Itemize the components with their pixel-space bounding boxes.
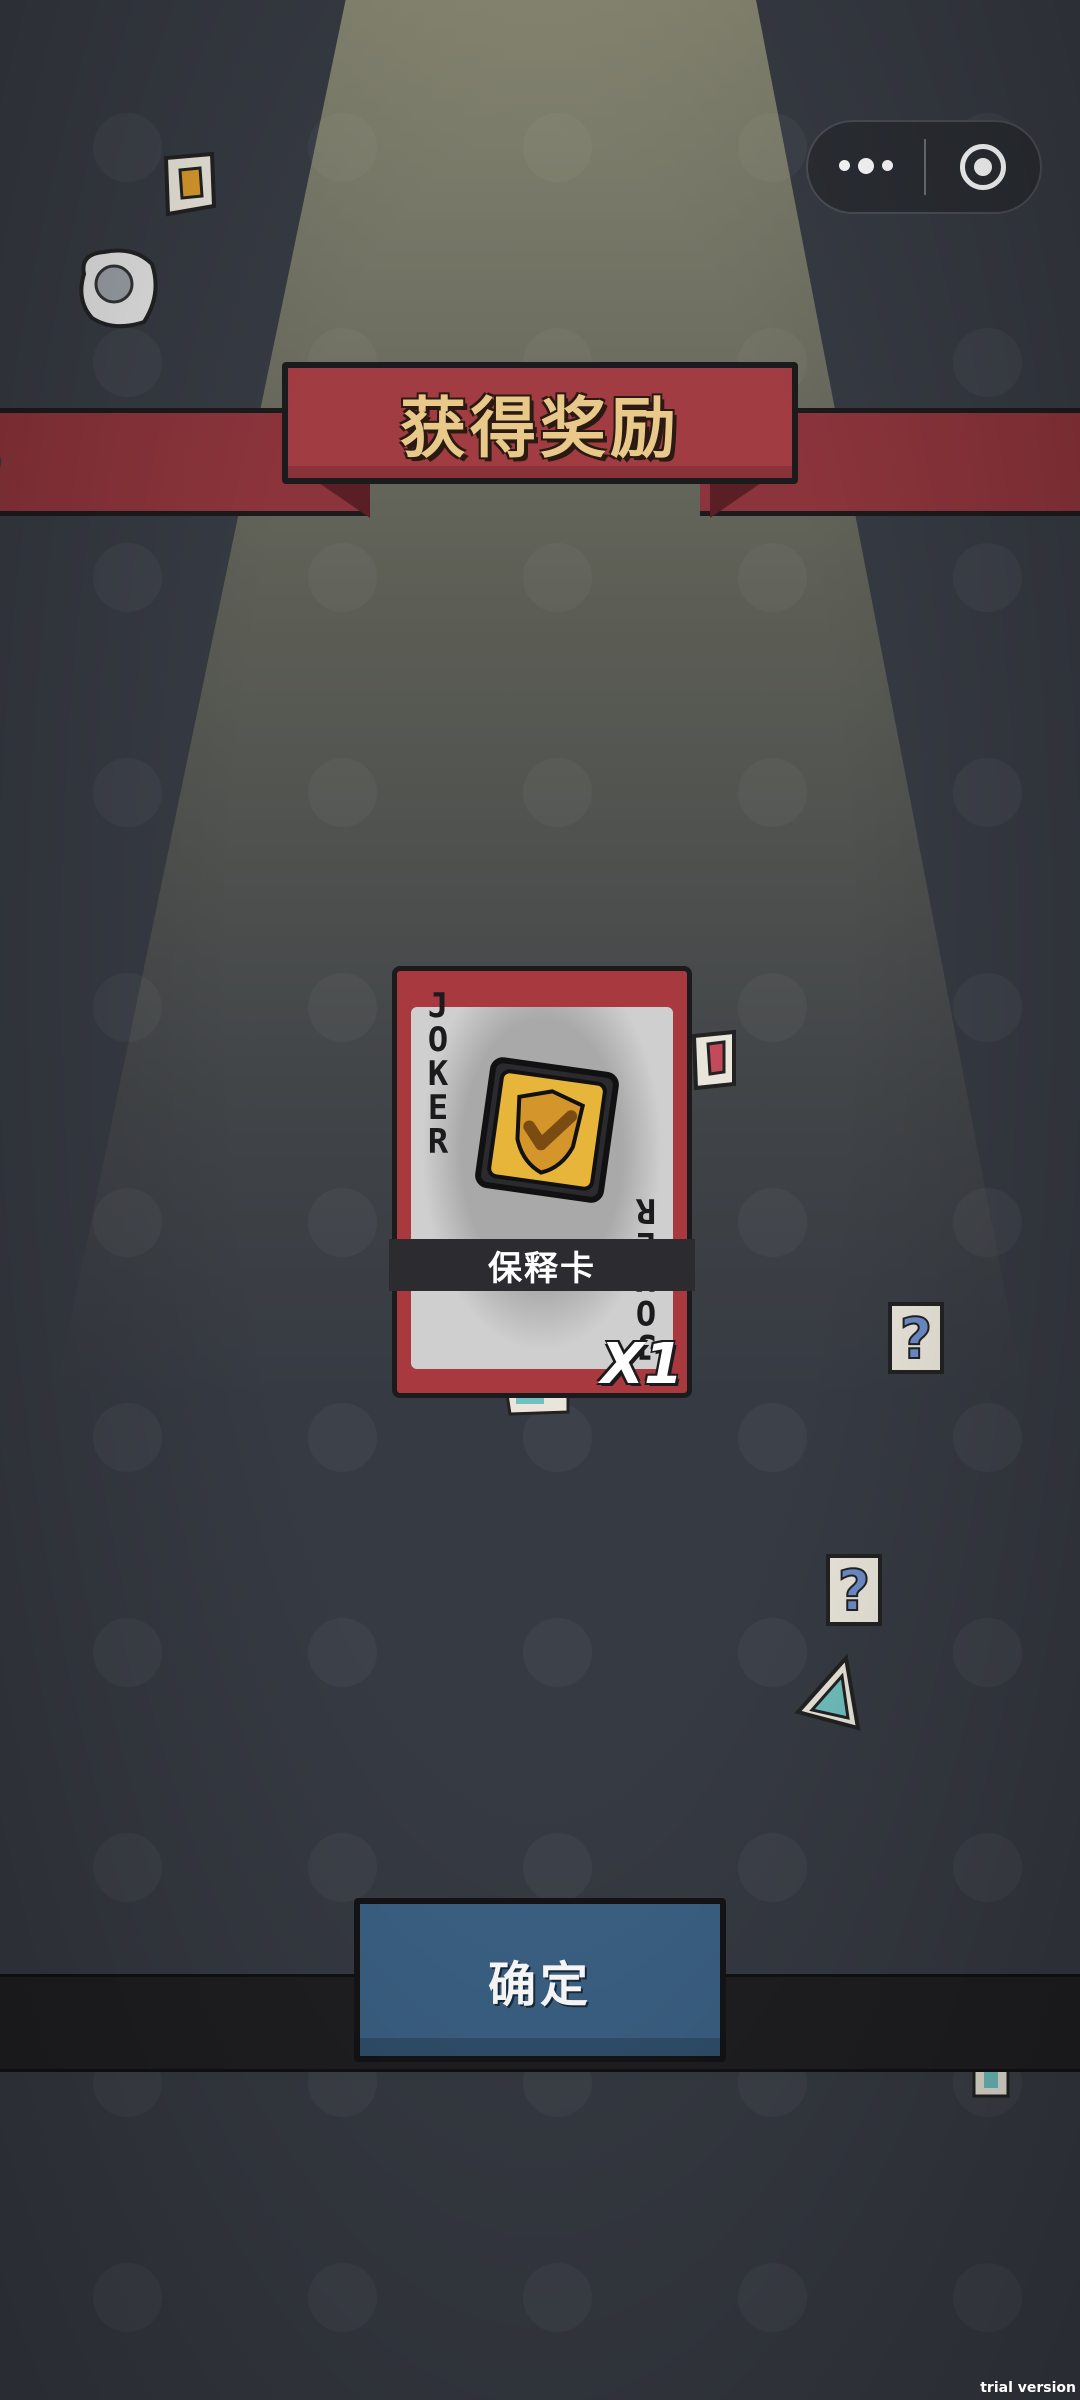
- card-corner-text-top: JOKER: [427, 986, 449, 1162]
- card-quantity: X1: [600, 1332, 683, 1397]
- close-button[interactable]: [926, 144, 1040, 190]
- card-name-bar: 保释卡: [389, 1239, 695, 1291]
- banner-title: 获得奖励: [400, 390, 680, 467]
- question-mark-icon: ?: [888, 1302, 944, 1374]
- card-name: 保释卡: [488, 1248, 596, 1289]
- trial-watermark: trial version: [980, 2380, 1076, 2396]
- confirm-button[interactable]: 确定: [354, 1898, 726, 2062]
- target-close-icon: [960, 144, 1006, 190]
- triangle-sticker-icon: [794, 1653, 861, 1731]
- sticker-grey-blob-icon: [79, 248, 158, 329]
- more-dots-icon[interactable]: [808, 158, 924, 174]
- svg-text:?: ?: [838, 1559, 870, 1624]
- reward-banner: 获得奖励: [282, 362, 798, 484]
- miniprogram-capsule: [806, 120, 1042, 214]
- sticker-red-icon: [691, 1029, 736, 1091]
- confirm-label: 确定: [487, 1957, 592, 2013]
- shield-check-icon: [475, 1057, 619, 1203]
- svg-text:?: ?: [900, 1307, 932, 1372]
- reward-card[interactable]: JOKER JOKER 保释卡 X1: [389, 966, 695, 1398]
- sticker-orange-icon: [163, 151, 217, 217]
- question-mark-icon: ?: [826, 1554, 882, 1626]
